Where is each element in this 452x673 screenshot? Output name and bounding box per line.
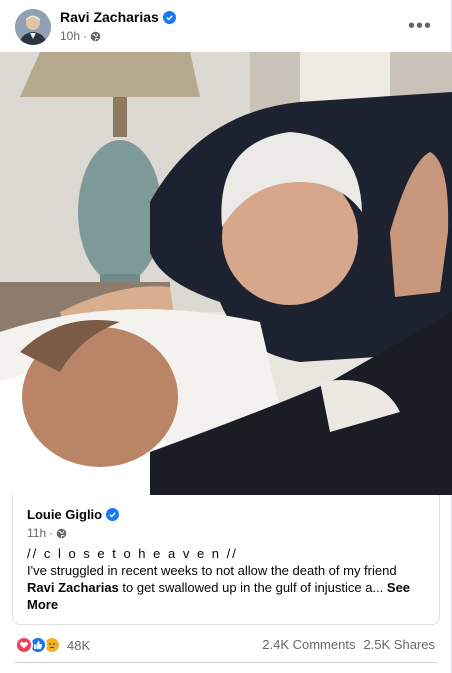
engagement-stats: 2.4K Comments 2.5K Shares xyxy=(262,637,435,652)
verified-badge-icon xyxy=(162,10,176,24)
shared-text-post: to get swallowed up in the gulf of injus… xyxy=(118,580,384,595)
shared-hashtag-line: // c l o s e t o h e a v e n // xyxy=(27,546,238,561)
divider xyxy=(15,662,437,663)
post-header: Ravi Zacharias 10h · ••• xyxy=(0,0,452,52)
reactions-count[interactable]: 48K xyxy=(67,638,90,653)
shared-author-name[interactable]: Louie Giglio xyxy=(27,507,102,522)
shared-text-pre: I've struggled in recent weeks to not al… xyxy=(27,563,397,578)
author-name-text[interactable]: Ravi Zacharias xyxy=(60,9,159,25)
author-avatar[interactable] xyxy=(15,9,51,45)
post-meta: 10h · xyxy=(60,29,101,43)
author-name[interactable]: Ravi Zacharias xyxy=(60,9,176,25)
love-icon xyxy=(15,636,33,654)
shared-post[interactable]: Louie Giglio 11h · // c l o s e t o h e … xyxy=(12,495,440,625)
post-photo[interactable] xyxy=(0,52,452,495)
shares-count[interactable]: 2.5K Shares xyxy=(363,637,435,652)
comments-count[interactable]: 2.4K Comments xyxy=(262,637,355,652)
mention-link[interactable]: Ravi Zacharias xyxy=(27,580,119,595)
globe-icon[interactable] xyxy=(56,528,67,539)
more-options-icon[interactable]: ••• xyxy=(404,12,436,40)
shared-text: // c l o s e t o h e a v e n // I've str… xyxy=(27,545,427,613)
meta-separator: · xyxy=(49,526,54,540)
reactions-summary[interactable]: 48K xyxy=(15,633,90,657)
shared-meta: 11h · xyxy=(27,526,67,540)
post-card: Ravi Zacharias 10h · ••• Louie Giglio 11… xyxy=(0,0,452,673)
globe-icon[interactable] xyxy=(90,31,101,42)
verified-badge-icon xyxy=(106,508,120,521)
shared-author[interactable]: Louie Giglio xyxy=(27,507,120,522)
post-time[interactable]: 10h xyxy=(60,29,80,43)
shared-time[interactable]: 11h xyxy=(27,526,46,540)
meta-separator: · xyxy=(83,29,88,43)
